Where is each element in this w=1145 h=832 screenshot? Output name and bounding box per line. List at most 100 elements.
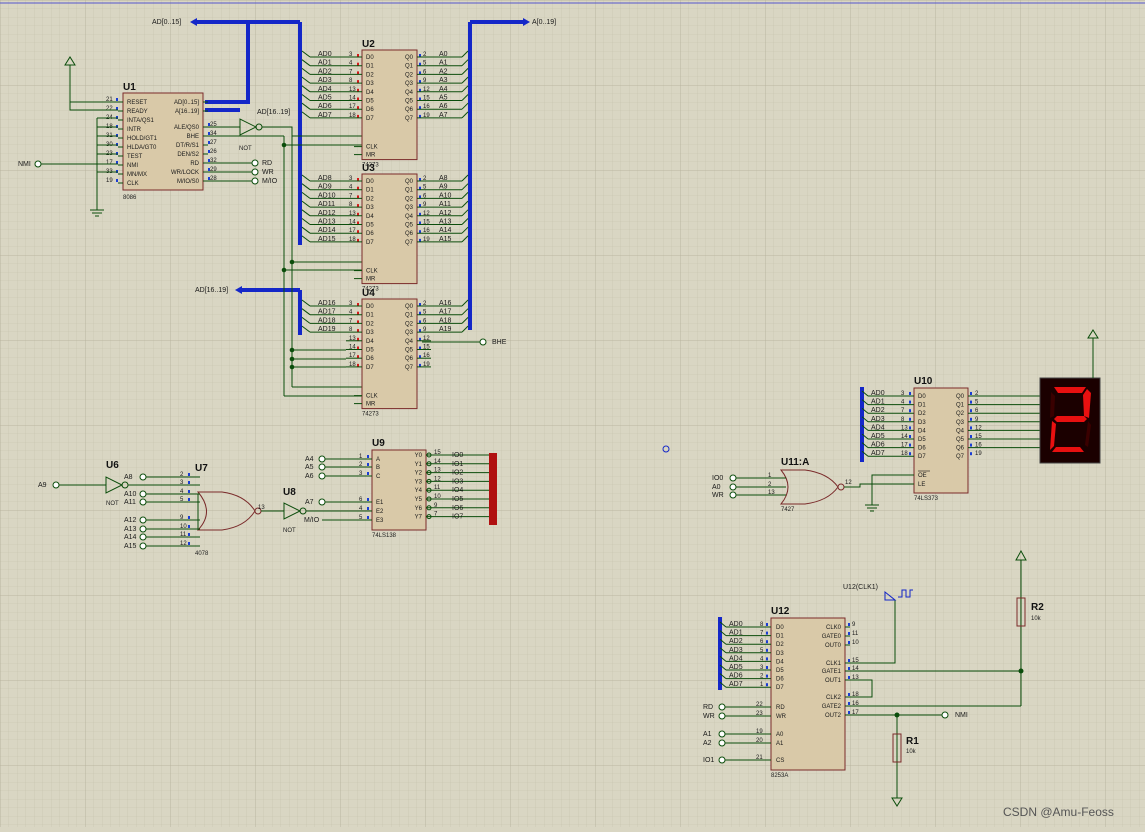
u3-d-pin: D1 (366, 188, 374, 194)
u1-pin-label: HLDA/GT0 (127, 145, 157, 151)
u9-in-term (318, 463, 326, 471)
u12-right-pin: CLK1 (826, 661, 842, 667)
u3-d-pin: D0 (366, 179, 374, 185)
u7-out-num: 13 (258, 505, 265, 511)
u12-ctrl-term (718, 730, 726, 738)
u7-pin-mark (188, 525, 190, 528)
u12-ctrl-term (718, 703, 726, 711)
u12-pin-mark (848, 659, 850, 662)
junction (289, 364, 295, 370)
u9-out-label: IO0 (452, 452, 463, 459)
u4-out-label: A18 (439, 317, 452, 324)
u12-in-label: AD5 (729, 664, 743, 671)
u10-d-pin: D7 (918, 454, 926, 460)
u9-in-label: A6 (305, 473, 314, 480)
u10-part: 74LS373 (914, 496, 939, 502)
u3-out-label: A13 (439, 219, 452, 226)
u10-q-pin: Q1 (956, 403, 965, 409)
u2-q-pin: Q2 (405, 72, 414, 78)
u12-pin-mark (766, 657, 768, 661)
schematic-canvas[interactable]: AD[0..15] A[0..19] AD[16..19] AD[16..19]… (0, 0, 1145, 827)
u10-pin-mark (909, 392, 911, 395)
u9-pin-mark (367, 516, 369, 519)
schematic-svg[interactable]: AD[0..15] A[0..19] AD[16..19] AD[16..19]… (0, 0, 1145, 827)
chip-u1-8086[interactable]: U1 8086 RESET21READY22INTA/QS124INTR18HO… (106, 82, 217, 201)
u7-pin-mark (188, 533, 190, 536)
u10-ref: U10 (914, 376, 933, 387)
u2-q-pin: Q5 (405, 99, 414, 105)
u3-d-pin: D2 (366, 196, 374, 202)
u12-ctrl-pin: A1 (776, 741, 784, 747)
u4-ref: U4 (362, 288, 375, 299)
u2-in-label: AD7 (318, 112, 332, 119)
u2-out-label: A6 (439, 103, 448, 110)
u9-in-label: M/IO (304, 517, 320, 524)
u4-out-label: A16 (439, 300, 452, 307)
segment-d (1052, 447, 1084, 452)
u3-in-label: AD14 (318, 227, 336, 234)
u10-pin-mark (909, 400, 911, 404)
u4-clk: CLK (366, 394, 378, 400)
u3-out-label: A8 (439, 175, 448, 182)
u9-in-label: A5 (305, 464, 314, 471)
u1-pin-label: INTA/QS1 (127, 118, 155, 124)
u10-pin-mark (909, 417, 911, 421)
u4-q-pin: Q5 (405, 348, 414, 354)
u3-in-label: AD8 (318, 175, 332, 182)
u10-q-pin: Q7 (956, 454, 965, 460)
u12-d-pin: D5 (776, 668, 784, 674)
u10-in-label: AD4 (871, 424, 885, 431)
u12-ctrl-term (718, 739, 726, 747)
u3-q-pin: Q0 (405, 179, 414, 185)
u4-part: 74273 (362, 412, 379, 418)
u10-q-pin: Q3 (956, 420, 965, 426)
u7-in-term (139, 473, 147, 481)
u8-ref: U8 (283, 487, 296, 498)
u9-right-pin: Y3 (415, 479, 423, 485)
u3-in-label: AD11 (318, 201, 335, 208)
u1-part: 8086 (123, 195, 137, 201)
u7-in-num: 10 (180, 524, 187, 530)
u7-ref: U7 (195, 463, 208, 474)
bus-label-ad16-19-b: AD[16..19] (257, 109, 290, 116)
junction (289, 356, 295, 362)
u7-pin-mark (188, 490, 190, 493)
u7-in-label: A10 (124, 491, 137, 498)
u2-in-label: AD0 (318, 51, 332, 58)
u3-out-label: A12 (439, 210, 452, 217)
u4-d-pin: D2 (366, 321, 374, 327)
segment-a (1054, 387, 1086, 393)
u2-clk: CLK (366, 145, 378, 151)
u4-d-pin: D5 (366, 348, 374, 354)
u12-right-pin: CLK2 (826, 695, 842, 701)
u10-q-pin: Q0 (956, 394, 965, 400)
u1-pin-num: 22 (106, 106, 113, 112)
u2-q-pin: Q0 (405, 55, 414, 61)
u11-part: 7427 (781, 507, 795, 513)
u10-pin-mark (970, 409, 972, 413)
u12-in-label: AD4 (729, 655, 743, 662)
u10-pin-mark (970, 417, 972, 421)
u8-part: NOT (283, 528, 296, 534)
u7-in-num: 11 (180, 532, 187, 538)
u12-right-pin: OUT2 (825, 713, 842, 719)
u10-d-pin: D3 (918, 420, 926, 426)
u2-q-pin: Q3 (405, 81, 414, 87)
u7-pin-mark (188, 473, 190, 476)
u11-ref: U11:A (781, 457, 809, 468)
u6-part: NOT (106, 501, 119, 507)
u10-pin-mark (909, 452, 911, 456)
u9-left-pin: A (376, 457, 380, 463)
u1-pin-label: RD (190, 161, 199, 167)
nmi-input-label: NMI (18, 161, 31, 168)
u4-q-pin: Q1 (405, 313, 414, 319)
u2-out-label: A4 (439, 86, 448, 93)
u3-out-label: A11 (439, 201, 451, 208)
u4-q-pin: Q2 (405, 321, 414, 327)
u1-pin-label: RESET (127, 100, 147, 106)
u3-q-pin: Q7 (405, 240, 414, 246)
u4-in-label: AD18 (318, 317, 336, 324)
u2-out-label: A5 (439, 95, 448, 102)
u1-pin-label: NMI (127, 163, 138, 169)
u1-pin-label: TEST (127, 154, 143, 160)
